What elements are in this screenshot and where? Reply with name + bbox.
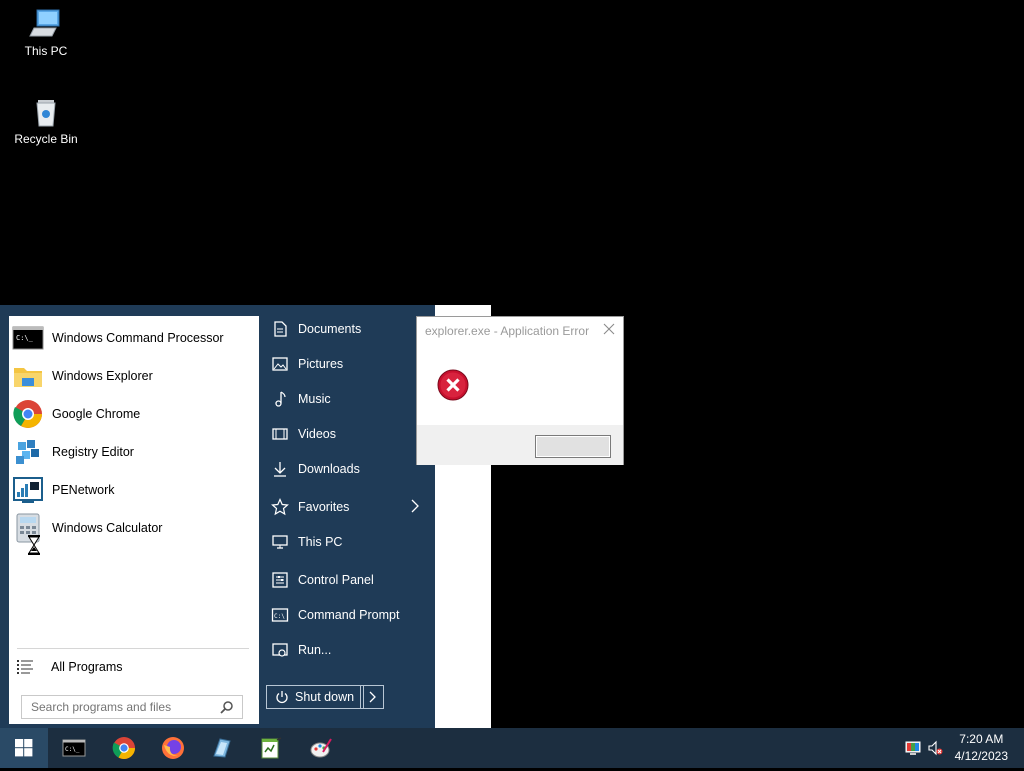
chrome-icon [12,398,44,430]
place-this-pc[interactable]: This PC [265,527,430,557]
app-item-label: PENetwork [52,483,115,497]
terminal-icon: C:\ [271,606,289,624]
busy-cursor-icon [28,535,40,555]
run-icon [271,641,289,659]
place-label: Control Panel [298,573,374,587]
dialog-footer [417,425,623,465]
place-label: Pictures [298,357,344,371]
app-item-label: Google Chrome [52,407,141,421]
error-dialog: explorer.exe - Application Error [416,316,624,465]
svg-text:C:\: C:\ [274,613,285,620]
app-item-label: Windows Explorer [52,369,153,383]
place-downloads[interactable]: Downloads [265,454,430,484]
desktop-icon-label: This PC [24,44,68,58]
error-icon [437,369,469,401]
place-label: Run... [298,643,332,657]
clock[interactable]: 7:20 AM 4/12/2023 [955,731,1008,765]
place-favorites[interactable]: Favorites [265,492,430,522]
all-programs-button[interactable]: All Programs [9,652,259,682]
taskbar-cmd-icon[interactable]: C:\_ [62,736,86,760]
app-item-label: Windows Command Processor [52,331,224,345]
power-icon [276,691,288,704]
cmd-icon: C:\_ [12,322,44,354]
folder-icon [12,360,44,392]
app-item-command-processor[interactable]: C:\_ Windows Command Processor [9,320,259,356]
close-icon[interactable] [603,323,615,335]
network-icon [12,474,44,506]
app-item-label: Windows Calculator [52,521,163,535]
document-icon [271,320,289,338]
star-icon [271,498,289,516]
place-control-panel[interactable]: Control Panel [265,565,430,595]
taskbar: C:\_ 7:20 AM 4/12/2023 [0,728,1024,768]
place-label: This PC [298,535,343,549]
list-icon [17,659,33,675]
taskbar-paint-icon[interactable] [309,736,333,760]
start-menu: C:\_ Windows Command Processor Windows E… [0,305,435,728]
place-label: Downloads [298,462,360,476]
place-run[interactable]: Run... [265,635,430,665]
desktop-icon-label: Recycle Bin [14,132,78,146]
all-programs-label: All Programs [51,660,123,674]
registry-icon [12,436,44,468]
app-item-google-chrome[interactable]: Google Chrome [9,396,259,432]
volume-muted-icon[interactable] [927,740,943,756]
place-documents[interactable]: Documents [265,314,430,344]
shutdown-button[interactable]: Shut down [266,685,364,709]
search-icon[interactable] [220,700,234,714]
search-box [21,695,243,719]
start-menu-programs-pane: C:\_ Windows Command Processor Windows E… [9,316,259,724]
place-label: Command Prompt [298,608,400,622]
place-videos[interactable]: Videos [265,419,430,449]
picture-icon [271,355,289,373]
recycle-bin-icon [28,94,64,130]
search-input[interactable] [29,699,223,715]
shutdown-options-button[interactable] [360,685,384,709]
place-command-prompt[interactable]: C:\ Command Prompt [265,600,430,630]
clock-date: 4/12/2023 [954,749,1008,763]
music-icon [271,390,289,408]
chevron-right-icon [369,691,376,703]
place-label: Favorites [298,500,350,514]
svg-text:C:\_: C:\_ [65,746,80,753]
clock-time: 7:20 AM [959,732,1004,746]
taskbar-firefox-icon[interactable] [161,736,185,760]
computer-icon [271,533,289,551]
taskbar-app-icon[interactable] [210,736,234,760]
app-item-windows-explorer[interactable]: Windows Explorer [9,358,259,394]
display-icon[interactable] [905,740,921,756]
app-item-penetwork[interactable]: PENetwork [9,472,259,508]
start-button[interactable] [0,728,48,768]
taskbar-chrome-icon[interactable] [112,736,136,760]
dialog-title: explorer.exe - Application Error [425,324,590,338]
control-panel-icon [271,571,289,589]
app-item-registry-editor[interactable]: Registry Editor [9,434,259,470]
shutdown-label: Shut down [295,690,355,704]
desktop-icon-recycle-bin[interactable]: Recycle Bin [6,94,86,146]
place-label: Documents [298,322,362,336]
chevron-right-icon [411,499,419,513]
place-music[interactable]: Music [265,384,430,414]
place-pictures[interactable]: Pictures [265,349,430,379]
desktop-icon-this-pc[interactable]: This PC [6,6,86,58]
download-icon [271,460,289,478]
windows-logo-icon [15,739,33,757]
app-item-label: Registry Editor [52,445,134,459]
taskbar-notepad-icon[interactable] [259,736,283,760]
place-label: Music [298,392,331,406]
svg-text:C:\_: C:\_ [16,334,34,342]
place-label: Videos [298,427,336,441]
computer-icon [28,6,64,42]
app-item-windows-calculator[interactable]: Windows Calculator [9,510,259,546]
separator [17,648,249,649]
video-icon [271,425,289,443]
ok-button[interactable] [535,435,611,458]
